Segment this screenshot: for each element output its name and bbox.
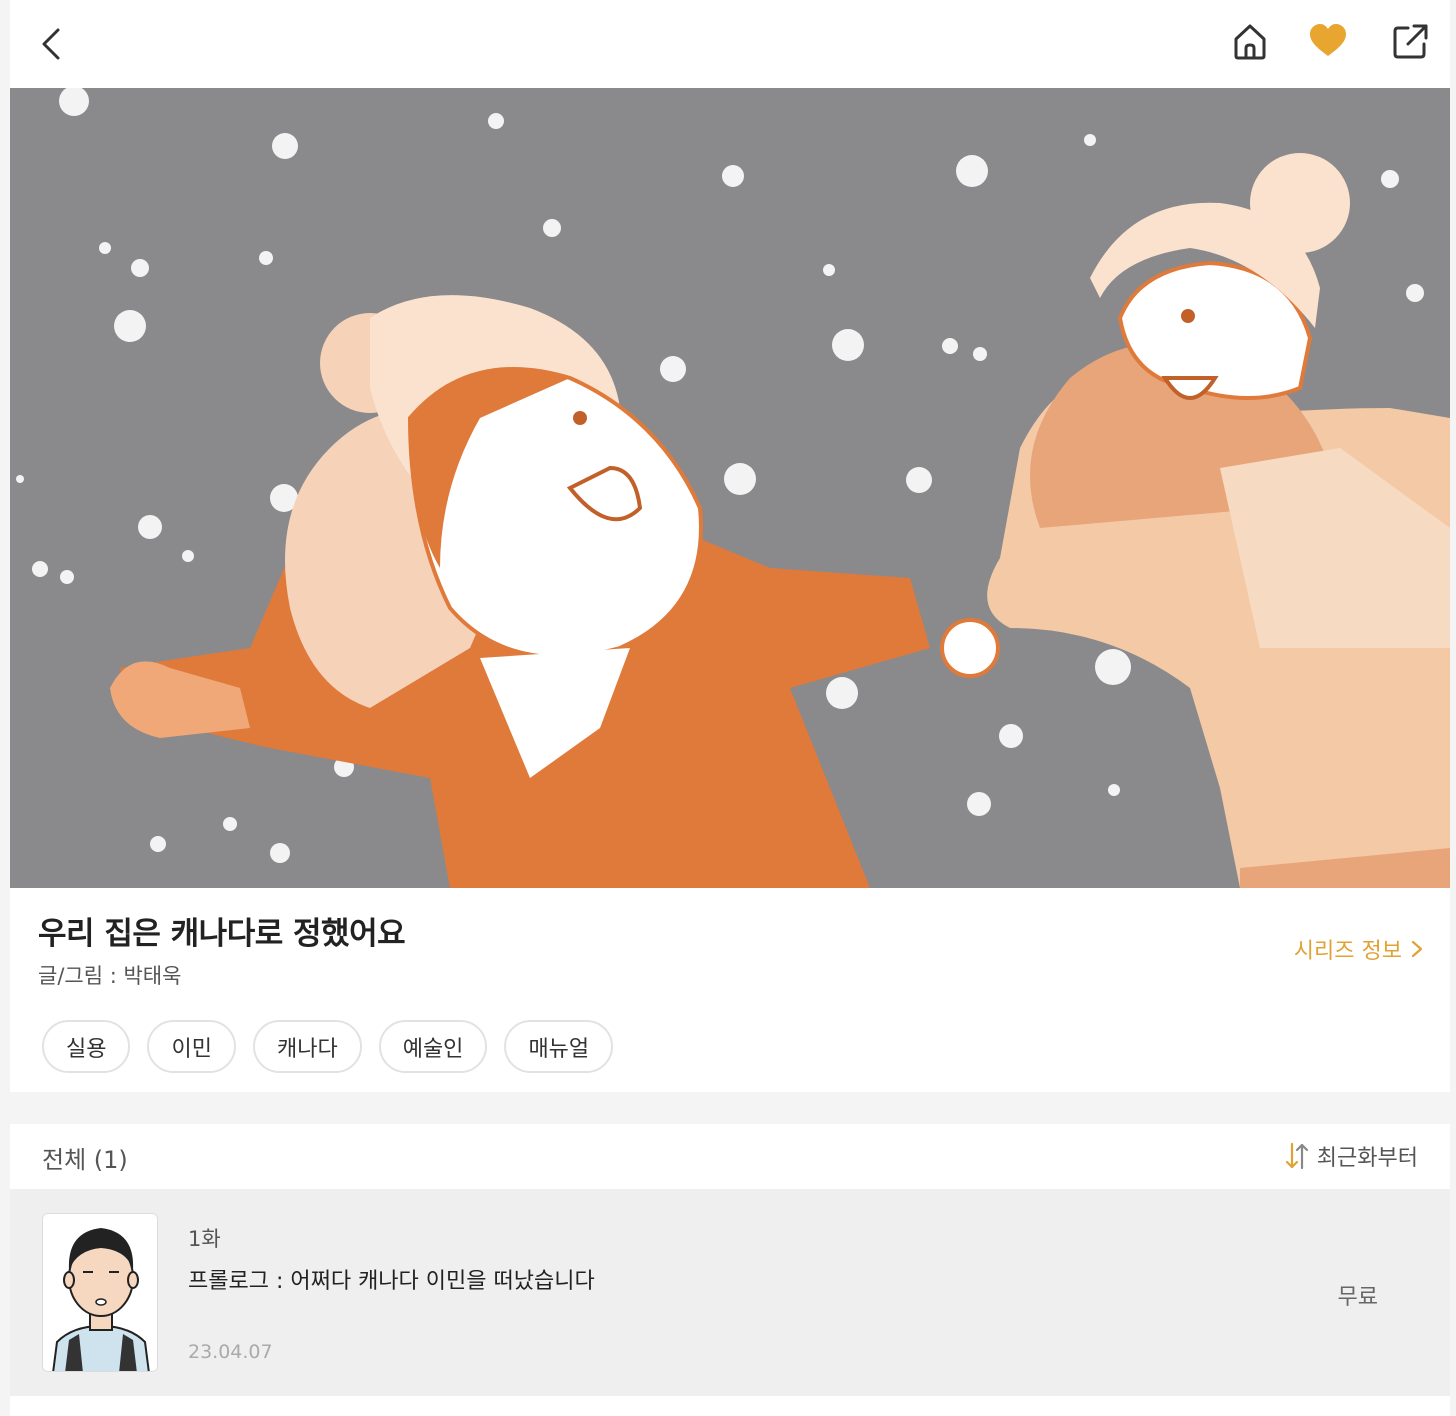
episode-count: 전체 (1) bbox=[42, 1146, 128, 1174]
tag-list: 실용 이민 캐나다 예술인 매뉴얼 bbox=[42, 1020, 614, 1073]
author-avatar-icon bbox=[43, 1214, 157, 1371]
share-button[interactable] bbox=[1386, 18, 1434, 66]
tag-chip[interactable]: 캐나다 bbox=[252, 1020, 362, 1073]
page: 우리 집은 캐나다로 정했어요 글/그림 : 박태욱 시리즈 정보 실용 이민 … bbox=[10, 0, 1450, 1416]
tag-chip[interactable]: 매뉴얼 bbox=[504, 1020, 614, 1073]
home-icon bbox=[1234, 24, 1266, 60]
series-cover-image bbox=[10, 88, 1450, 888]
episode-list-header: 전체 (1) 최근화부터 bbox=[10, 1124, 1450, 1189]
chevron-right-icon bbox=[1411, 940, 1423, 958]
series-title: 우리 집은 캐나다로 정했어요 bbox=[38, 916, 406, 952]
series-info-section: 우리 집은 캐나다로 정했어요 글/그림 : 박태욱 시리즈 정보 실용 이민 … bbox=[10, 888, 1450, 1092]
episode-price-badge: 무료 bbox=[1337, 1285, 1378, 1310]
episode-title: 프롤로그 : 어쩌다 캐나다 이민을 떠났습니다 bbox=[188, 1269, 595, 1294]
episode-date: 23.04.07 bbox=[188, 1341, 273, 1363]
series-author: 글/그림 : 박태욱 bbox=[38, 964, 182, 988]
episode-row[interactable]: 1화 프롤로그 : 어쩌다 캐나다 이민을 떠났습니다 23.04.07 무료 bbox=[10, 1189, 1450, 1396]
top-navigation-bar bbox=[10, 0, 1450, 88]
cover-illustration bbox=[10, 88, 1450, 888]
tag-chip[interactable]: 예술인 bbox=[378, 1020, 488, 1073]
episode-number: 1화 bbox=[188, 1227, 221, 1251]
series-info-label: 시리즈 정보 bbox=[1293, 939, 1402, 964]
episode-thumbnail bbox=[42, 1213, 158, 1372]
heart-icon bbox=[1310, 24, 1346, 56]
back-arrow-icon bbox=[42, 28, 60, 60]
sort-label: 최근화부터 bbox=[1316, 1146, 1418, 1171]
sort-button[interactable]: 최근화부터 bbox=[1285, 1140, 1418, 1172]
share-icon bbox=[1393, 24, 1428, 59]
tag-chip[interactable]: 이민 bbox=[147, 1020, 236, 1073]
tag-chip[interactable]: 실용 bbox=[42, 1020, 131, 1073]
next-row-edge bbox=[10, 1396, 1450, 1416]
back-button[interactable] bbox=[32, 22, 72, 66]
home-button[interactable] bbox=[1226, 18, 1274, 66]
series-info-link[interactable]: 시리즈 정보 bbox=[1294, 933, 1424, 965]
favorite-button[interactable] bbox=[1304, 18, 1352, 66]
sort-arrows-icon bbox=[1285, 1142, 1308, 1170]
